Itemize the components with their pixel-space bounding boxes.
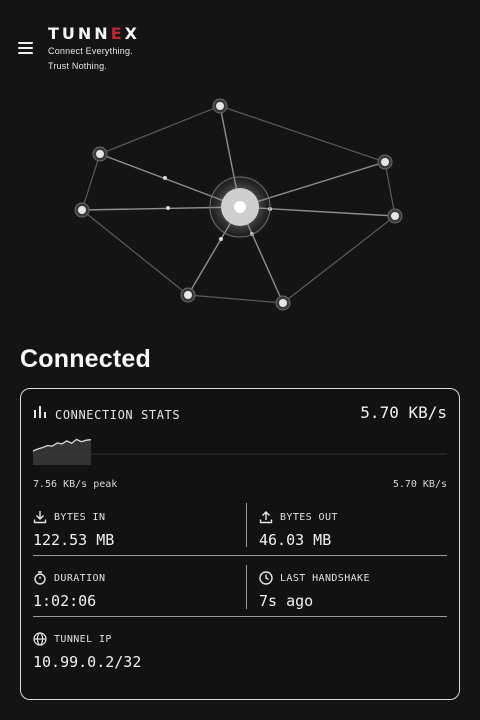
tunnel-ip-value: 10.99.0.2/32 xyxy=(33,653,142,671)
download-icon xyxy=(33,510,47,524)
upload-icon xyxy=(259,510,273,524)
divider xyxy=(246,503,247,547)
clock-icon xyxy=(259,571,273,585)
duration-value: 1:02:06 xyxy=(33,592,97,610)
last-handshake-stat: LAST HANDSHAKE 7s ago xyxy=(259,570,449,620)
divider xyxy=(246,565,247,609)
bytes-out-label: BYTES OUT xyxy=(280,511,338,523)
bytes-in-stat: BYTES IN 122.53 MB xyxy=(33,509,233,559)
app-header: TUNNEX Connect Everything. Trust Nothing… xyxy=(0,0,480,80)
bytes-out-value: 46.03 MB xyxy=(259,531,332,549)
brand: TUNNEX Connect Everything. Trust Nothing… xyxy=(48,25,140,73)
stopwatch-icon xyxy=(33,571,47,585)
tagline-line-2: Trust Nothing. xyxy=(48,61,107,71)
tunnel-ip-stat: TUNNEL IP 10.99.0.2/32 xyxy=(33,631,333,681)
hub-node xyxy=(206,173,274,241)
network-graphic xyxy=(74,98,403,311)
divider xyxy=(33,555,447,556)
connection-stats-card: CONNECTION STATS 5.70 KB/s 7.56 KB/s pea… xyxy=(20,388,460,700)
card-header: CONNECTION STATS 5.70 KB/s xyxy=(33,403,447,427)
duration-label: DURATION xyxy=(54,572,106,584)
bar-chart-icon xyxy=(33,405,47,424)
duration-stat: DURATION 1:02:06 xyxy=(33,570,233,620)
current-speed-label: 5.70 KB/s xyxy=(392,479,447,490)
bytes-out-stat: BYTES OUT 46.03 MB xyxy=(259,509,449,559)
logo: TUNNEX xyxy=(48,24,140,43)
bytes-in-value: 122.53 MB xyxy=(33,531,115,549)
last-handshake-value: 7s ago xyxy=(259,592,314,610)
tunnel-ip-label: TUNNEL IP xyxy=(54,633,112,645)
card-title: CONNECTION STATS xyxy=(55,407,181,422)
menu-icon[interactable] xyxy=(18,41,34,55)
throughput-sparkline xyxy=(33,438,447,465)
bytes-in-label: BYTES IN xyxy=(54,511,106,523)
divider xyxy=(33,616,447,617)
connection-status: Connected xyxy=(20,345,151,373)
current-speed: 5.70 KB/s xyxy=(360,403,447,422)
last-handshake-label: LAST HANDSHAKE xyxy=(280,572,370,584)
globe-icon xyxy=(33,632,47,646)
tagline-line-1: Connect Everything. xyxy=(48,46,133,56)
peak-speed-label: 7.56 KB/s peak xyxy=(33,479,118,490)
